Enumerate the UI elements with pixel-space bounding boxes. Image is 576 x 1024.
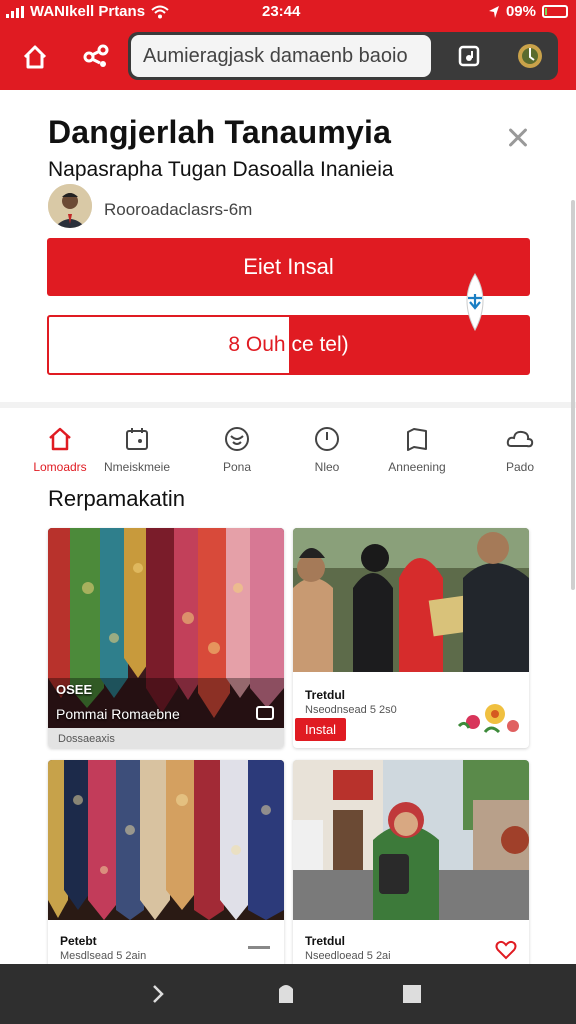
more-icon[interactable] bbox=[248, 946, 270, 949]
url-text[interactable]: Aumieragjask damaenb baoio bbox=[131, 35, 431, 77]
category-cloud[interactable]: Pado bbox=[472, 424, 568, 474]
caption-icon bbox=[256, 706, 274, 720]
street-photo bbox=[293, 760, 529, 920]
translate-pin-icon[interactable] bbox=[458, 272, 492, 332]
category-label: Pona bbox=[222, 460, 252, 474]
category-label: Nleo bbox=[314, 460, 340, 474]
browser-toolbar: Aumieragjask damaenb baoio bbox=[0, 24, 576, 90]
avatar[interactable] bbox=[48, 184, 92, 228]
wifi-icon bbox=[151, 5, 169, 18]
share-icon[interactable] bbox=[76, 37, 116, 77]
app-card: Dangjerlah Tanaumyia Napasrapha Tugan Da… bbox=[0, 90, 576, 402]
category-clock[interactable]: Nleo bbox=[279, 424, 375, 474]
content-tile[interactable]: Petebt Mesdlsead 5 2ain bbox=[48, 760, 284, 970]
back-icon[interactable] bbox=[146, 982, 170, 1006]
content-tile[interactable]: OSEE Pommai Romaebne Dossaeaxis bbox=[48, 528, 284, 748]
recommendations-section: Rerpamakatin OSEE Pommai Romaebne Dossae… bbox=[0, 484, 576, 970]
category-book[interactable]: Anneening bbox=[369, 424, 465, 474]
category-label: Nmeiskmeie bbox=[103, 460, 170, 474]
install-badge-button[interactable]: Instal bbox=[295, 718, 347, 741]
close-icon[interactable] bbox=[504, 124, 532, 152]
carrier-name: WANIkell Prtans bbox=[30, 3, 146, 20]
tab-switcher-icon[interactable] bbox=[451, 38, 487, 74]
section-title: Rerpamakatin bbox=[48, 486, 185, 511]
content-tile[interactable]: Tretdul Nseodnsead 5 2s0 Instal bbox=[293, 528, 529, 748]
scrollbar[interactable] bbox=[571, 200, 575, 590]
home-button-icon[interactable] bbox=[274, 982, 298, 1006]
status-bar: WANIkell Prtans 23:44 09% bbox=[0, 0, 576, 24]
heart-icon[interactable] bbox=[495, 940, 517, 960]
tile-footer: Dossaeaxis bbox=[48, 728, 284, 748]
tile-subtitle: Mesdlsead 5 2ain bbox=[60, 950, 147, 962]
category-calendar[interactable]: Nmeiskmeie bbox=[89, 424, 185, 474]
category-label: Pado bbox=[505, 460, 535, 474]
market-photo bbox=[293, 528, 529, 672]
category-label: Anneening bbox=[388, 460, 446, 474]
batik-photo bbox=[48, 760, 284, 920]
tile-title: Petebt bbox=[60, 934, 97, 948]
tile-subtitle: Nseodnsead 5 2s0 bbox=[305, 704, 397, 716]
page-title: Dangjerlah Tanaumyia bbox=[48, 114, 392, 150]
system-nav-bar bbox=[0, 964, 576, 1024]
page-subtitle: Napasrapha Tugan Dasoalla Inanieia bbox=[48, 158, 394, 181]
signal-icon bbox=[6, 5, 24, 18]
calendar-icon bbox=[126, 428, 148, 450]
flower-decoration-icon bbox=[457, 704, 519, 734]
cloud-icon bbox=[506, 430, 534, 448]
battery-percent: 09% bbox=[505, 3, 536, 20]
book-icon bbox=[407, 428, 427, 451]
recents-icon[interactable] bbox=[400, 982, 424, 1006]
location-icon bbox=[488, 5, 499, 18]
home-icon[interactable] bbox=[15, 37, 55, 77]
textile-photo bbox=[48, 528, 284, 728]
status-time: 23:44 bbox=[262, 3, 301, 20]
battery-icon bbox=[542, 5, 568, 18]
author-name: Rooroadaclasrs-6m bbox=[104, 200, 253, 219]
secondary-label-left: 8 Ouh bbox=[228, 333, 286, 356]
home-icon bbox=[49, 427, 71, 451]
flower-icon bbox=[225, 427, 249, 451]
address-bar[interactable]: Aumieragjask damaenb baoio bbox=[128, 32, 558, 80]
category-nav: Lomoadrs Nmeiskmeie Pona Nleo Anneening … bbox=[0, 408, 576, 484]
secondary-label-right: ce tel) bbox=[291, 333, 349, 356]
tile-title: Tretdul bbox=[305, 688, 346, 702]
tile-overlay-title: Pommai Romaebne bbox=[56, 706, 180, 722]
clock-icon bbox=[315, 427, 339, 451]
category-flower[interactable]: Pona bbox=[189, 424, 285, 474]
tile-subtitle: Nseedloead 5 2ai bbox=[305, 950, 391, 962]
content-tile[interactable]: Tretdul Nseedloead 5 2ai bbox=[293, 760, 529, 970]
tile-badge-text: OSEE bbox=[56, 682, 93, 697]
menu-icon[interactable] bbox=[512, 38, 548, 74]
tile-title: Tretdul bbox=[305, 934, 346, 948]
